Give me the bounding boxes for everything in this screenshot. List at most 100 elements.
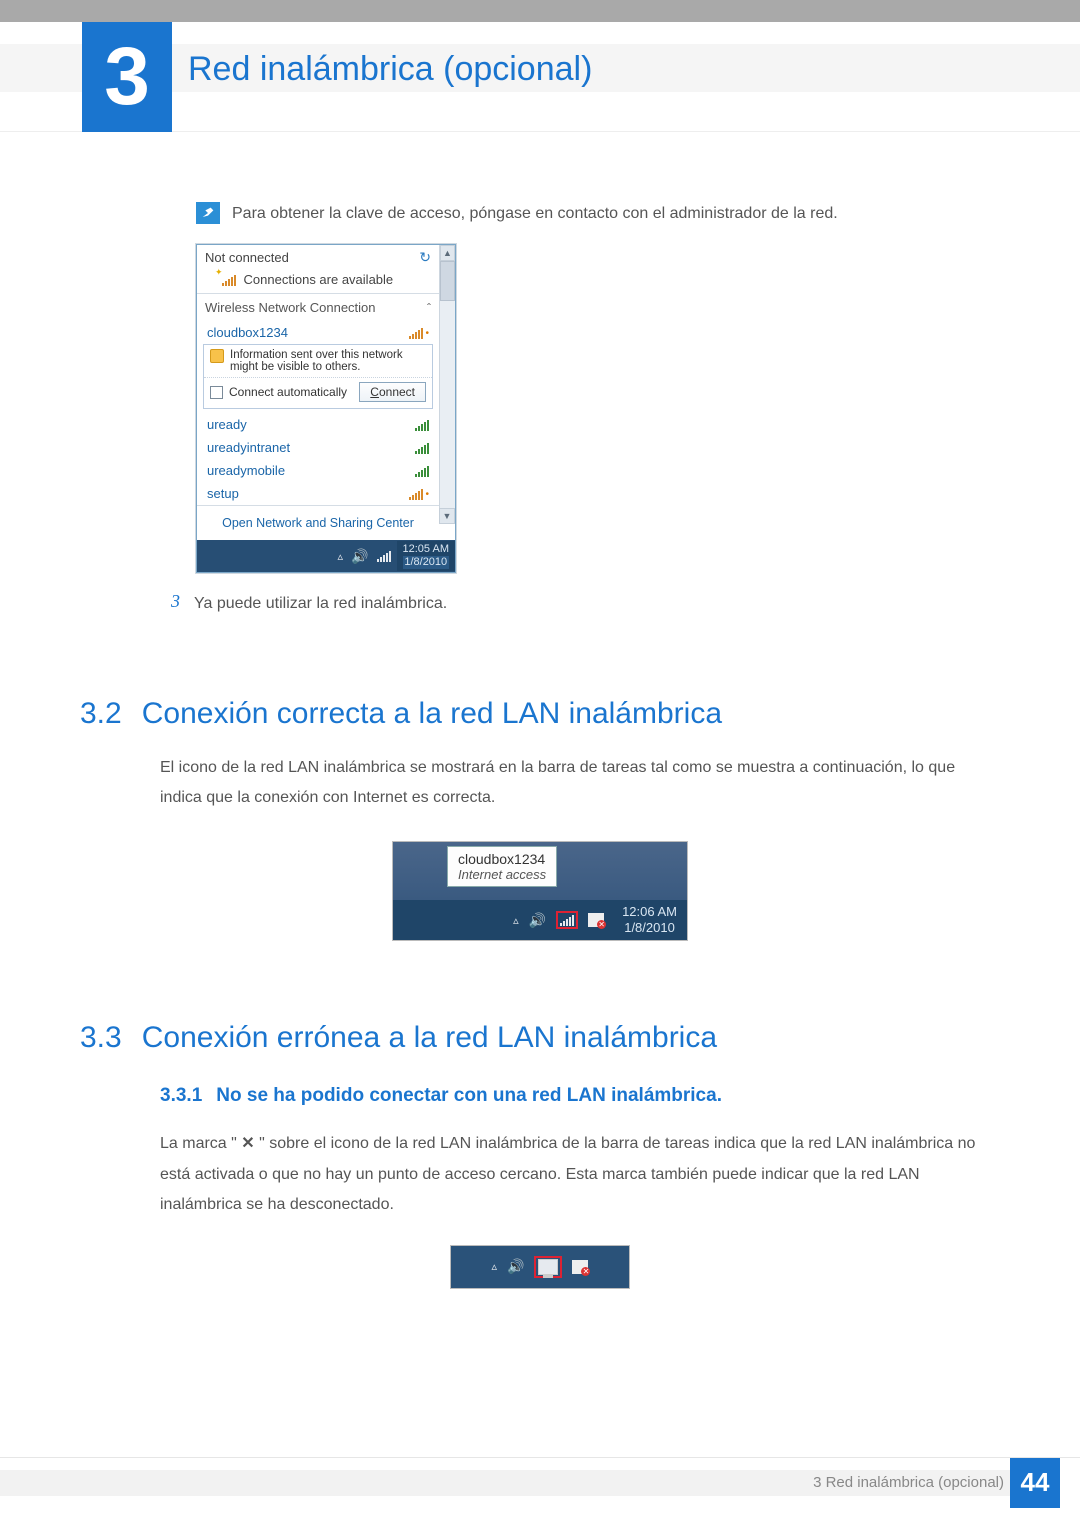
footer-text: 3 Red inalámbrica (opcional) xyxy=(813,1474,1004,1491)
taskbar-clock[interactable]: 12:06 AM 1/8/2010 xyxy=(612,904,687,937)
scroll-up-icon[interactable]: ▲ xyxy=(440,245,455,261)
step-text: Ya puede utilizar la red inalámbrica. xyxy=(194,591,447,617)
wifi-item-label: setup xyxy=(207,486,239,501)
connect-rest: onnect xyxy=(379,385,415,399)
wifi-info-text: Information sent over this network might… xyxy=(230,349,426,373)
taskbar-date: 1/8/2010 xyxy=(622,920,677,936)
page-header: 3 Red inalámbrica (opcional) xyxy=(0,22,1080,132)
tray-up-icon[interactable]: ▵ xyxy=(338,550,344,563)
wifi-status-text: Not connected xyxy=(205,250,289,265)
step-number: 3 xyxy=(162,591,180,612)
wifi-item-label: uready xyxy=(207,417,247,432)
section-number: 3.3 xyxy=(80,1021,122,1055)
signal-icon xyxy=(560,914,574,926)
note-icon xyxy=(196,202,220,224)
tooltip-name: cloudbox1234 xyxy=(458,851,546,867)
chapter-number: 3 xyxy=(104,30,150,124)
top-gray-band xyxy=(0,0,1080,22)
taskbar-tooltip-area: cloudbox1234 Internet access xyxy=(393,842,687,900)
wifi-selected-name: cloudbox1234 xyxy=(207,325,288,340)
page-content: Para obtener la clave de acceso, póngase… xyxy=(0,132,1080,1289)
section-3-2-heading: 3.2 Conexión correcta a la red LAN inalá… xyxy=(80,697,1000,731)
wifi-item-3[interactable]: setup xyxy=(197,482,439,505)
wifi-tray: ▵ 🔊 12:05 AM 1/8/2010 xyxy=(197,540,455,572)
connect-underline: C xyxy=(370,385,379,399)
section-3-3-1-body: La marca " ✕ " sobre el icono de la red … xyxy=(160,1129,1000,1220)
signal-icon xyxy=(409,488,429,500)
body-pre: La marca " xyxy=(160,1135,241,1152)
wifi-info-warning: Information sent over this network might… xyxy=(204,345,432,377)
scroll-thumb[interactable] xyxy=(440,261,455,301)
refresh-icon[interactable]: ↻ xyxy=(419,249,431,266)
tray-up-icon[interactable]: ▵ xyxy=(492,1260,498,1273)
wifi-item-label: ureadyintranet xyxy=(207,440,290,455)
section-3-3-heading: 3.3 Conexión errónea a la red LAN inalám… xyxy=(80,1021,1000,1055)
subsection-number: 3.3.1 xyxy=(160,1085,202,1107)
x-mark-icon: ✕ xyxy=(241,1135,254,1152)
chapter-title: Red inalámbrica (opcional) xyxy=(188,50,592,89)
wifi-selected-network[interactable]: cloudbox1234 xyxy=(197,321,439,344)
taskbar-icons: ▵ 🔊 xyxy=(505,911,612,929)
wifi-item-2[interactable]: ureadymobile xyxy=(197,459,439,482)
body-post: " sobre el icono de la red LAN inalámbri… xyxy=(160,1135,975,1213)
connect-auto-label: Connect automatically xyxy=(229,385,347,399)
step-3-row: 3 Ya puede utilizar la red inalámbrica. xyxy=(162,591,1000,617)
note-text: Para obtener la clave de acceso, póngase… xyxy=(232,202,838,226)
tray-up-icon[interactable]: ▵ xyxy=(513,914,519,927)
section-title: Conexión correcta a la red LAN inalámbri… xyxy=(142,697,722,731)
action-center-flag-icon[interactable] xyxy=(588,913,604,927)
tray-icons: ▵ 🔊 xyxy=(332,548,397,565)
taskbar-time: 12:06 AM xyxy=(622,904,677,920)
wifi-category-row[interactable]: Wireless Network Connection ˆ xyxy=(197,294,439,321)
taskbar-error-figure: ▵ 🔊 xyxy=(450,1245,630,1289)
wifi-selected-block: Information sent over this network might… xyxy=(203,344,433,409)
speaker-icon[interactable]: 🔊 xyxy=(529,912,546,929)
taskbar-success-figure: cloudbox1234 Internet access ▵ 🔊 12:06 A… xyxy=(392,841,688,941)
wifi-category-label: Wireless Network Connection xyxy=(205,300,376,315)
section-number: 3.2 xyxy=(80,697,122,731)
chapter-number-badge: 3 xyxy=(82,22,172,132)
highlighted-network-icon[interactable] xyxy=(556,911,578,929)
section-3-2-body: El icono de la red LAN inalámbrica se mo… xyxy=(160,753,1000,814)
tray-date: 1/8/2010 xyxy=(403,556,449,569)
signal-icon xyxy=(415,465,429,477)
tray-clock[interactable]: 12:05 AM 1/8/2010 xyxy=(397,541,455,571)
connect-auto-checkbox[interactable]: Connect automatically xyxy=(210,385,347,399)
signal-icon xyxy=(409,327,429,339)
wifi-available-icon xyxy=(215,274,236,286)
checkbox-box[interactable] xyxy=(210,386,223,399)
open-network-center-link[interactable]: Open Network and Sharing Center xyxy=(197,505,439,540)
tray-time: 12:05 AM xyxy=(403,543,449,556)
network-tooltip: cloudbox1234 Internet access xyxy=(447,846,557,887)
section-title: Conexión errónea a la red LAN inalámbric… xyxy=(142,1021,717,1055)
signal-icon xyxy=(415,419,429,431)
page-footer: 3 Red inalámbrica (opcional) 44 xyxy=(0,1457,1080,1507)
scroll-down-icon[interactable]: ▼ xyxy=(439,508,455,524)
open-network-center-text: Open Network and Sharing Center xyxy=(222,516,414,530)
wifi-status-row: Not connected ↻ xyxy=(197,245,439,270)
tray-signal-icon[interactable] xyxy=(377,550,391,562)
action-center-flag-icon[interactable] xyxy=(572,1260,588,1274)
wifi-item-1[interactable]: ureadyintranet xyxy=(197,436,439,459)
wifi-connect-row: Connect automatically Connect xyxy=(204,377,432,408)
taskbar-row: ▵ 🔊 12:06 AM 1/8/2010 xyxy=(393,900,687,940)
note-row: Para obtener la clave de acceso, póngase… xyxy=(196,202,1000,226)
speaker-icon[interactable]: 🔊 xyxy=(507,1258,524,1275)
wifi-scrollbar[interactable]: ▲ xyxy=(439,245,455,524)
section-3-3-1-heading: 3.3.1 No se ha podido conectar con una r… xyxy=(160,1085,1000,1107)
chevron-up-icon: ˆ xyxy=(427,301,431,315)
signal-icon xyxy=(415,442,429,454)
connect-button[interactable]: Connect xyxy=(359,382,426,402)
wifi-available-row: Connections are available xyxy=(197,270,439,293)
subsection-title: No se ha podido conectar con una red LAN… xyxy=(216,1085,722,1107)
speaker-icon[interactable]: 🔊 xyxy=(351,548,368,565)
wifi-available-text: Connections are available xyxy=(244,272,394,287)
highlighted-network-error-icon[interactable] xyxy=(534,1256,562,1278)
shield-icon xyxy=(210,349,224,363)
wifi-item-label: ureadymobile xyxy=(207,463,285,478)
tooltip-status: Internet access xyxy=(458,867,546,882)
monitor-icon xyxy=(538,1259,558,1275)
footer-page-number: 44 xyxy=(1010,1458,1060,1508)
wifi-popup-figure: ▲ Not connected ↻ Connections are availa… xyxy=(196,244,456,573)
wifi-item-0[interactable]: uready xyxy=(197,413,439,436)
